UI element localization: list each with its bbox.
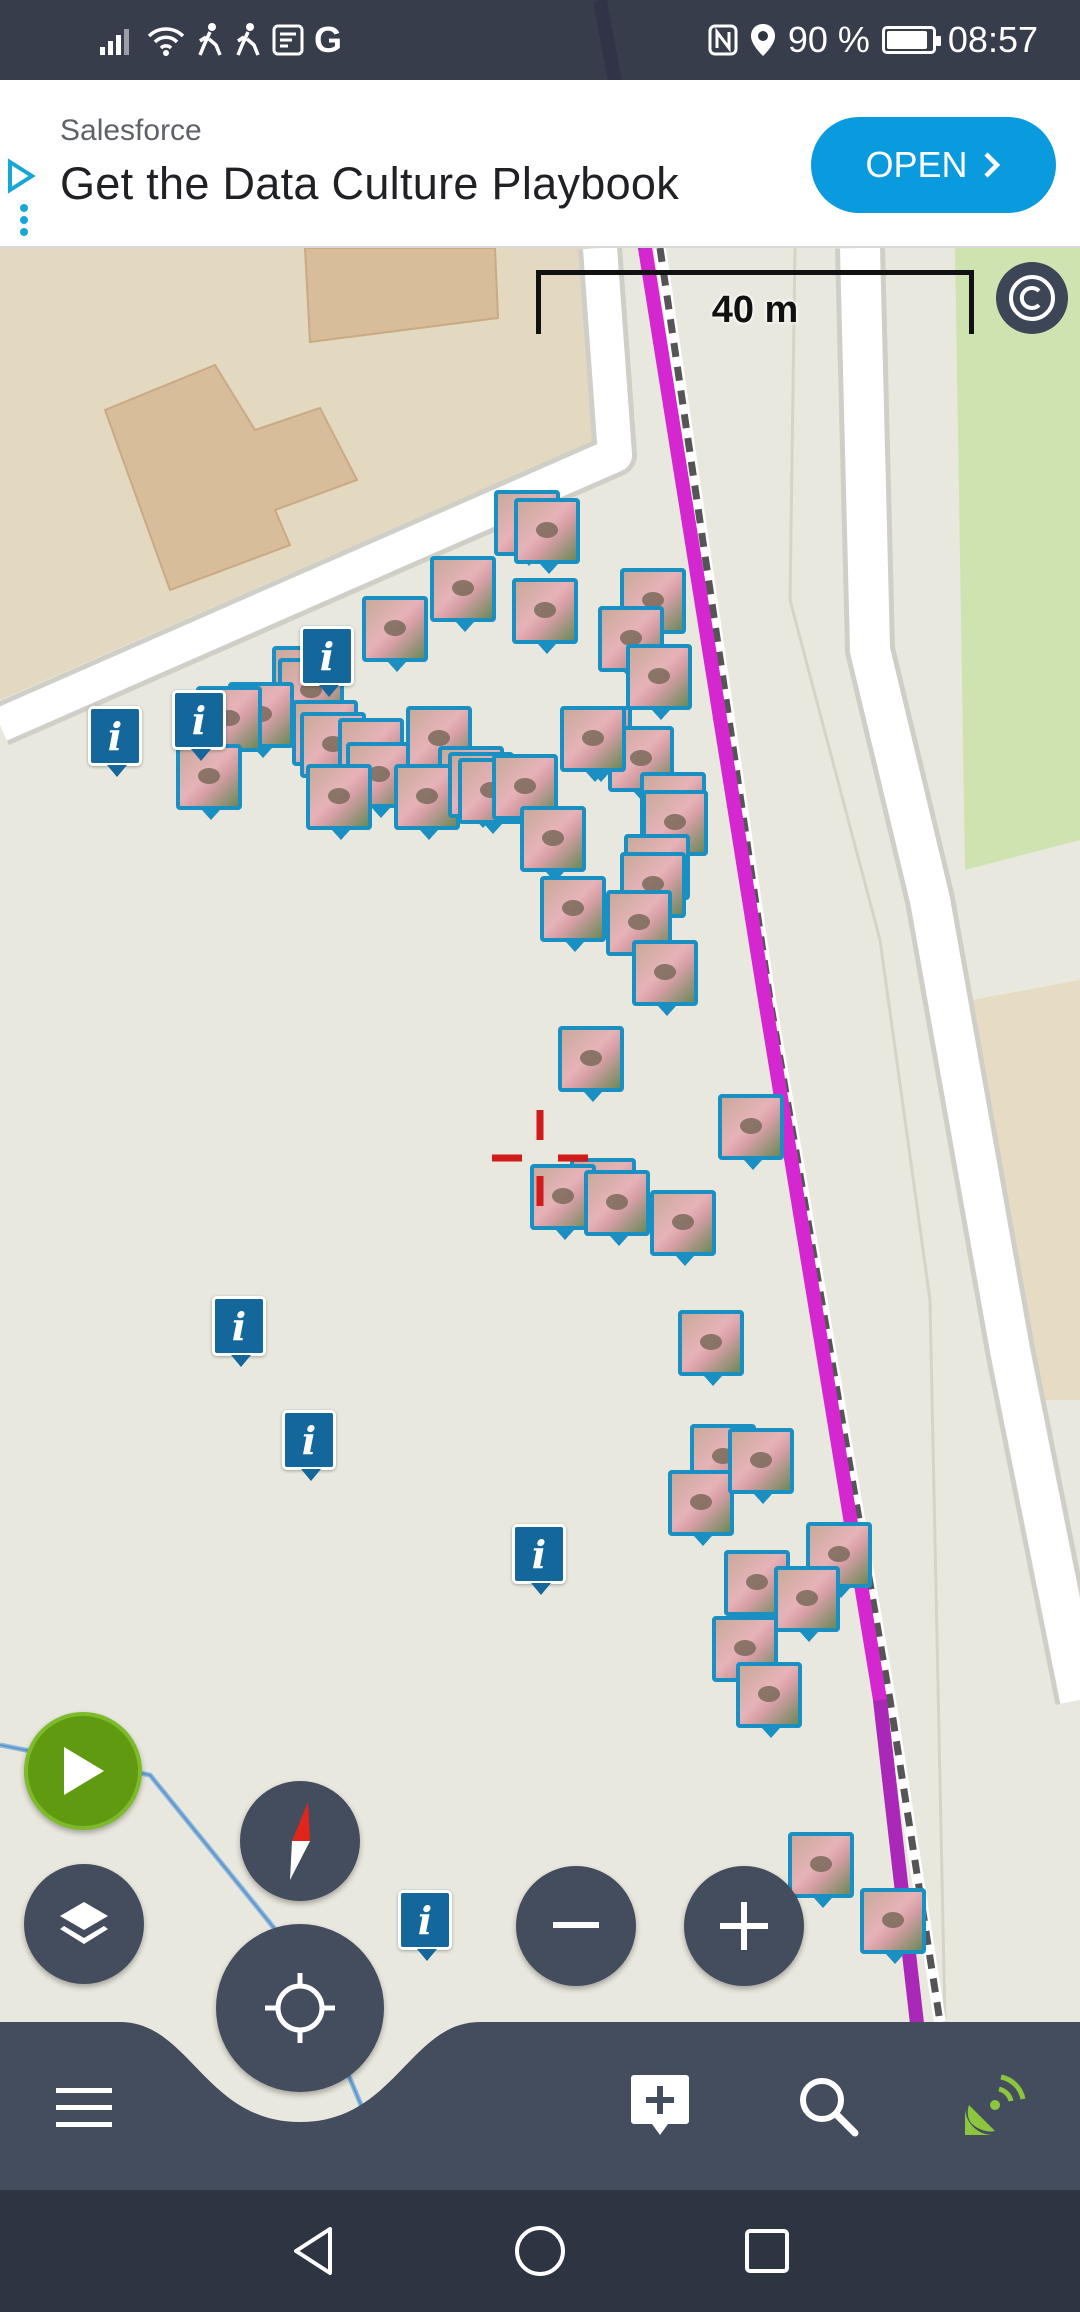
ad-choices-icon[interactable] xyxy=(6,158,38,242)
locate-button[interactable] xyxy=(216,1924,384,2092)
photo-marker[interactable] xyxy=(558,1026,624,1102)
photo-marker[interactable] xyxy=(668,1470,734,1546)
system-navigation-bar xyxy=(0,2190,1080,2312)
info-marker[interactable]: i xyxy=(88,706,142,777)
photo-marker[interactable] xyxy=(362,596,428,672)
compass-button[interactable] xyxy=(240,1781,360,1901)
photo-marker[interactable] xyxy=(860,1888,926,1964)
crosshair-icon xyxy=(492,1110,588,1206)
nav-home-button[interactable] xyxy=(500,2211,580,2291)
copyright-icon xyxy=(1009,275,1055,321)
home-icon xyxy=(514,2226,565,2276)
location-icon xyxy=(750,24,775,56)
status-icons: G xyxy=(100,18,342,62)
zoom-in-button[interactable] xyxy=(684,1866,804,1986)
status-right: 90 % 08:57 xyxy=(708,18,1038,62)
battery-level xyxy=(886,31,927,49)
nfc-icon xyxy=(708,24,738,56)
google-icon: G xyxy=(314,19,343,60)
info-marker[interactable]: i xyxy=(300,626,354,697)
photo-marker[interactable] xyxy=(788,1832,854,1908)
photo-marker[interactable] xyxy=(560,706,626,782)
info-marker[interactable]: i xyxy=(398,1890,452,1961)
ad-headline[interactable]: Get the Data Culture Playbook xyxy=(60,158,679,210)
photo-marker[interactable] xyxy=(678,1310,744,1386)
info-marker[interactable]: i xyxy=(172,690,226,761)
nav-back-button[interactable] xyxy=(273,2211,353,2291)
menu-button[interactable] xyxy=(44,2078,124,2138)
menu-icon xyxy=(56,2088,112,2127)
info-marker[interactable]: i xyxy=(512,1524,566,1595)
wifi-icon xyxy=(147,27,185,56)
battery-icon xyxy=(881,26,941,54)
gps-status-button[interactable] xyxy=(954,2066,1034,2146)
photo-marker[interactable] xyxy=(430,556,496,632)
photo-marker[interactable] xyxy=(650,1190,716,1266)
search-icon xyxy=(800,2078,859,2137)
battery-percent: 90 % xyxy=(787,19,870,60)
photo-marker[interactable] xyxy=(584,1170,650,1246)
photo-marker[interactable] xyxy=(520,806,586,882)
photo-marker[interactable] xyxy=(306,764,372,840)
start-recording-button[interactable] xyxy=(24,1712,142,1830)
compass-icon xyxy=(290,1802,310,1880)
app-notification-icon xyxy=(272,24,304,56)
recents-icon xyxy=(744,2229,789,2273)
photo-marker[interactable] xyxy=(774,1566,840,1642)
photo-marker[interactable] xyxy=(718,1094,784,1170)
photo-marker[interactable] xyxy=(540,876,606,952)
status-bar: G 90 % 08:57 xyxy=(0,0,1080,80)
signal-icon xyxy=(100,29,129,55)
layers-icon xyxy=(60,1902,108,1944)
add-note-button[interactable] xyxy=(620,2066,700,2146)
scale-label: 40 m xyxy=(711,289,799,331)
ad-banner[interactable]: Salesforce Get the Data Culture Playbook… xyxy=(0,80,1080,248)
play-icon xyxy=(64,1747,104,1795)
photo-marker[interactable] xyxy=(736,1662,802,1738)
gps-satellite-icon xyxy=(965,2074,1026,2135)
nav-recents-button[interactable] xyxy=(727,2211,807,2291)
search-button[interactable] xyxy=(788,2066,868,2146)
bottom-toolbar xyxy=(0,2022,1080,2190)
back-icon xyxy=(294,2227,333,2275)
layers-button[interactable] xyxy=(24,1864,144,1984)
locate-icon xyxy=(265,1973,335,2043)
walk-icon xyxy=(198,23,222,56)
chevron-right-icon xyxy=(983,152,1000,178)
photo-marker[interactable] xyxy=(632,940,698,1016)
walk-icon xyxy=(236,23,260,56)
clock: 08:57 xyxy=(947,19,1038,60)
scale-bar: 40 m xyxy=(536,270,974,334)
ad-advertiser: Salesforce xyxy=(60,114,202,147)
photo-marker[interactable] xyxy=(512,578,578,654)
photo-marker[interactable] xyxy=(626,644,692,720)
photo-marker[interactable] xyxy=(514,498,580,574)
ad-open-button[interactable]: OPEN xyxy=(811,117,1056,213)
minus-icon xyxy=(553,1922,599,1928)
add-note-icon xyxy=(631,2075,689,2135)
zoom-out-button[interactable] xyxy=(516,1866,636,1986)
copyright-button[interactable] xyxy=(996,262,1068,334)
info-marker[interactable]: i xyxy=(212,1296,266,1367)
info-marker[interactable]: i xyxy=(282,1410,336,1481)
plus-icon xyxy=(720,1902,768,1950)
photo-marker[interactable] xyxy=(728,1428,794,1504)
ad-open-label: OPEN xyxy=(865,144,968,185)
